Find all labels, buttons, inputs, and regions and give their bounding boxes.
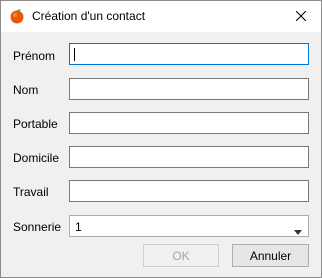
title-bar: Création d'un contact [1, 1, 321, 32]
work-input[interactable] [70, 181, 308, 201]
mobile-label: Portable [13, 117, 58, 131]
dialog-window: Création d'un contact Prénom Nom Portabl… [0, 0, 322, 278]
lastname-field[interactable] [69, 78, 309, 100]
firstname-input[interactable] [70, 44, 308, 64]
ok-button[interactable]: OK [143, 244, 219, 267]
lastname-label: Nom [13, 83, 39, 97]
close-icon [295, 10, 307, 24]
ringtone-label: Sonnerie [13, 220, 62, 234]
firstname-field[interactable] [69, 43, 309, 65]
mobile-input[interactable] [70, 113, 308, 133]
work-label: Travail [13, 185, 49, 199]
close-button[interactable] [281, 1, 321, 32]
ringtone-select[interactable]: 1 [69, 215, 309, 237]
mobile-field[interactable] [69, 112, 309, 134]
chevron-down-icon [294, 224, 302, 238]
home-label: Domicile [13, 151, 60, 165]
lastname-input[interactable] [70, 79, 308, 99]
ringtone-selected-value: 1 [75, 220, 82, 234]
work-field[interactable] [69, 180, 309, 202]
firstname-label: Prénom [13, 49, 56, 63]
orange-fruit-icon [9, 8, 25, 24]
cancel-button[interactable]: Annuler [232, 244, 309, 267]
home-input[interactable] [70, 147, 308, 167]
text-caret [74, 48, 75, 61]
window-title: Création d'un contact [32, 9, 146, 23]
home-field[interactable] [69, 146, 309, 168]
